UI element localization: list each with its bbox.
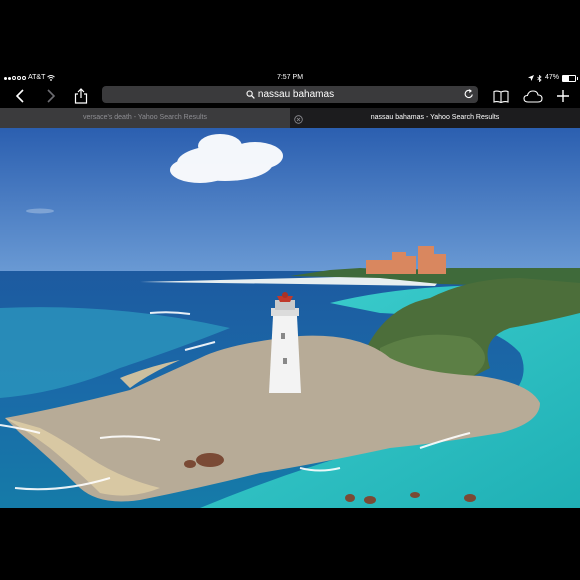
reload-button[interactable] — [464, 88, 474, 102]
location-icon — [527, 75, 534, 81]
tab-bar: versace's death - Yahoo Search Results n… — [0, 108, 580, 128]
icloud-tabs-icon — [523, 89, 543, 103]
tab-label: nassau bahamas - Yahoo Search Results — [370, 114, 500, 121]
battery-icon — [562, 74, 578, 82]
reload-icon — [464, 89, 473, 99]
clock: 7:57 PM — [276, 74, 304, 81]
tab-versaces-death[interactable]: versace's death - Yahoo Search Results — [0, 108, 290, 128]
back-button[interactable] — [9, 86, 31, 106]
icloud-tabs-button[interactable] — [522, 86, 544, 106]
bookmarks-icon — [493, 90, 509, 103]
bookmarks-button[interactable] — [490, 86, 512, 106]
forward-icon — [47, 89, 56, 103]
share-button[interactable] — [70, 86, 92, 106]
tab-nassau-bahamas[interactable]: nassau bahamas - Yahoo Search Results — [290, 108, 580, 128]
forward-button[interactable] — [40, 86, 62, 106]
tab-close-button[interactable] — [294, 113, 303, 124]
bluetooth-icon — [537, 74, 542, 82]
status-bar: AT&T 7:57 PM 47% — [0, 72, 580, 84]
close-icon — [294, 115, 303, 124]
new-tab-button[interactable] — [552, 86, 574, 106]
battery-percent: 47% — [544, 74, 559, 81]
share-icon — [74, 88, 88, 104]
web-content[interactable] — [0, 128, 580, 508]
nassau-lighthouse-photo — [0, 128, 580, 508]
address-bar[interactable]: nassau bahamas — [102, 86, 478, 103]
back-icon — [15, 89, 24, 103]
new-tab-icon — [557, 90, 569, 102]
search-icon — [246, 90, 255, 99]
tab-label: versace's death - Yahoo Search Results — [82, 114, 208, 121]
address-text: nassau bahamas — [257, 89, 335, 100]
status-right: 47% — [527, 72, 578, 84]
browser-toolbar: nassau bahamas — [0, 84, 580, 108]
